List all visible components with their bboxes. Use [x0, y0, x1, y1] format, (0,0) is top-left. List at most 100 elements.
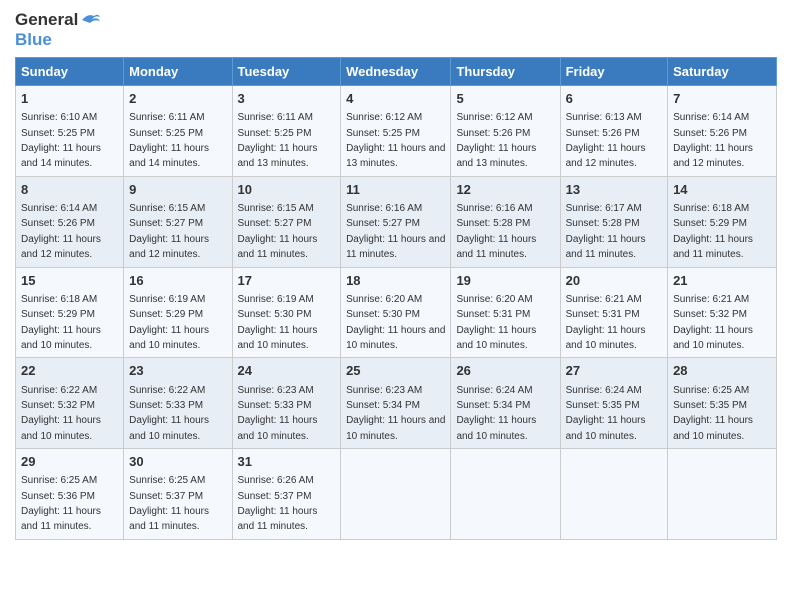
calendar-week-row: 15 Sunrise: 6:18 AMSunset: 5:29 PMDayligh…	[16, 267, 777, 358]
calendar-cell	[451, 449, 560, 540]
calendar-cell: 6 Sunrise: 6:13 AMSunset: 5:26 PMDaylight…	[560, 86, 667, 177]
weekday-header: Thursday	[451, 58, 560, 86]
calendar-cell: 19 Sunrise: 6:20 AMSunset: 5:31 PMDayligh…	[451, 267, 560, 358]
day-number: 21	[673, 272, 771, 290]
logo-bird-icon	[80, 11, 102, 29]
calendar-cell: 14 Sunrise: 6:18 AMSunset: 5:29 PMDayligh…	[668, 176, 777, 267]
day-number: 24	[238, 362, 336, 380]
day-number: 27	[566, 362, 662, 380]
sunrise-info: Sunrise: 6:20 AMSunset: 5:31 PMDaylight:…	[456, 294, 536, 351]
day-number: 13	[566, 181, 662, 199]
calendar-week-row: 22 Sunrise: 6:22 AMSunset: 5:32 PMDayligh…	[16, 358, 777, 449]
sunrise-info: Sunrise: 6:25 AMSunset: 5:36 PMDaylight:…	[21, 475, 101, 532]
calendar-cell	[560, 449, 667, 540]
calendar-week-row: 29 Sunrise: 6:25 AMSunset: 5:36 PMDayligh…	[16, 449, 777, 540]
calendar-cell: 20 Sunrise: 6:21 AMSunset: 5:31 PMDayligh…	[560, 267, 667, 358]
sunrise-info: Sunrise: 6:11 AMSunset: 5:25 PMDaylight:…	[129, 112, 209, 169]
calendar-cell: 18 Sunrise: 6:20 AMSunset: 5:30 PMDayligh…	[341, 267, 451, 358]
calendar-cell: 3Sunrise: 6:11 AMSunset: 5:25 PMDaylight…	[232, 86, 341, 177]
calendar-cell: 31 Sunrise: 6:26 AMSunset: 5:37 PMDayligh…	[232, 449, 341, 540]
sunrise-info: Sunrise: 6:13 AMSunset: 5:26 PMDaylight:…	[566, 112, 646, 169]
day-number: 20	[566, 272, 662, 290]
calendar-cell: 7 Sunrise: 6:14 AMSunset: 5:26 PMDaylight…	[668, 86, 777, 177]
day-number: 8	[21, 181, 118, 199]
calendar-cell: 22 Sunrise: 6:22 AMSunset: 5:32 PMDayligh…	[16, 358, 124, 449]
day-number: 22	[21, 362, 118, 380]
day-number: 28	[673, 362, 771, 380]
day-number: 23	[129, 362, 226, 380]
calendar-cell: 26 Sunrise: 6:24 AMSunset: 5:34 PMDayligh…	[451, 358, 560, 449]
weekday-header: Sunday	[16, 58, 124, 86]
day-number: 18	[346, 272, 445, 290]
day-number: 25	[346, 362, 445, 380]
weekday-header-row: SundayMondayTuesdayWednesdayThursdayFrid…	[16, 58, 777, 86]
calendar-cell: 1Sunrise: 6:10 AMSunset: 5:25 PMDaylight…	[16, 86, 124, 177]
sunrise-info: Sunrise: 6:18 AMSunset: 5:29 PMDaylight:…	[21, 294, 101, 351]
sunrise-info: Sunrise: 6:19 AMSunset: 5:29 PMDaylight:…	[129, 294, 209, 351]
day-number: 12	[456, 181, 554, 199]
calendar-cell: 28 Sunrise: 6:25 AMSunset: 5:35 PMDayligh…	[668, 358, 777, 449]
calendar-cell: 15 Sunrise: 6:18 AMSunset: 5:29 PMDayligh…	[16, 267, 124, 358]
day-number: 14	[673, 181, 771, 199]
day-number: 3	[238, 90, 336, 108]
sunrise-info: Sunrise: 6:12 AMSunset: 5:25 PMDaylight:…	[346, 112, 445, 169]
calendar-cell: 27 Sunrise: 6:24 AMSunset: 5:35 PMDayligh…	[560, 358, 667, 449]
calendar-week-row: 8 Sunrise: 6:14 AMSunset: 5:26 PMDaylight…	[16, 176, 777, 267]
day-number: 6	[566, 90, 662, 108]
sunrise-info: Sunrise: 6:24 AMSunset: 5:35 PMDaylight:…	[566, 385, 646, 442]
sunrise-info: Sunrise: 6:20 AMSunset: 5:30 PMDaylight:…	[346, 294, 445, 351]
day-number: 17	[238, 272, 336, 290]
day-number: 5	[456, 90, 554, 108]
weekday-header: Wednesday	[341, 58, 451, 86]
header: General Blue	[15, 10, 777, 49]
sunrise-info: Sunrise: 6:24 AMSunset: 5:34 PMDaylight:…	[456, 385, 536, 442]
weekday-header: Saturday	[668, 58, 777, 86]
logo-text: General Blue	[15, 10, 102, 49]
day-number: 10	[238, 181, 336, 199]
sunrise-info: Sunrise: 6:18 AMSunset: 5:29 PMDaylight:…	[673, 203, 753, 260]
weekday-header: Friday	[560, 58, 667, 86]
day-number: 16	[129, 272, 226, 290]
logo-general: General	[15, 10, 78, 30]
weekday-header: Monday	[124, 58, 232, 86]
calendar-cell	[668, 449, 777, 540]
calendar-cell: 2Sunrise: 6:11 AMSunset: 5:25 PMDaylight…	[124, 86, 232, 177]
calendar-cell: 17Sunrise: 6:19 AMSunset: 5:30 PMDayligh…	[232, 267, 341, 358]
calendar-cell: 30Sunrise: 6:25 AMSunset: 5:37 PMDayligh…	[124, 449, 232, 540]
sunrise-info: Sunrise: 6:16 AMSunset: 5:27 PMDaylight:…	[346, 203, 445, 260]
day-number: 31	[238, 453, 336, 471]
day-number: 11	[346, 181, 445, 199]
calendar-cell: 25Sunrise: 6:23 AMSunset: 5:34 PMDayligh…	[341, 358, 451, 449]
calendar-cell: 24 Sunrise: 6:23 AMSunset: 5:33 PMDayligh…	[232, 358, 341, 449]
sunrise-info: Sunrise: 6:21 AMSunset: 5:31 PMDaylight:…	[566, 294, 646, 351]
day-number: 15	[21, 272, 118, 290]
calendar-cell: 16 Sunrise: 6:19 AMSunset: 5:29 PMDayligh…	[124, 267, 232, 358]
calendar-cell: 11 Sunrise: 6:16 AMSunset: 5:27 PMDayligh…	[341, 176, 451, 267]
sunrise-info: Sunrise: 6:15 AMSunset: 5:27 PMDaylight:…	[129, 203, 209, 260]
calendar-cell: 8 Sunrise: 6:14 AMSunset: 5:26 PMDaylight…	[16, 176, 124, 267]
calendar-cell	[341, 449, 451, 540]
sunrise-info: Sunrise: 6:25 AMSunset: 5:35 PMDaylight:…	[673, 385, 753, 442]
day-number: 7	[673, 90, 771, 108]
sunrise-info: Sunrise: 6:26 AMSunset: 5:37 PMDaylight:…	[238, 475, 318, 532]
calendar-table: SundayMondayTuesdayWednesdayThursdayFrid…	[15, 57, 777, 540]
calendar-cell: 4Sunrise: 6:12 AMSunset: 5:25 PMDaylight…	[341, 86, 451, 177]
day-number: 9	[129, 181, 226, 199]
sunrise-info: Sunrise: 6:22 AMSunset: 5:33 PMDaylight:…	[129, 385, 209, 442]
sunrise-info: Sunrise: 6:25 AMSunset: 5:37 PMDaylight:…	[129, 475, 209, 532]
sunrise-info: Sunrise: 6:23 AMSunset: 5:33 PMDaylight:…	[238, 385, 318, 442]
calendar-cell: 29 Sunrise: 6:25 AMSunset: 5:36 PMDayligh…	[16, 449, 124, 540]
calendar-week-row: 1Sunrise: 6:10 AMSunset: 5:25 PMDaylight…	[16, 86, 777, 177]
sunrise-info: Sunrise: 6:16 AMSunset: 5:28 PMDaylight:…	[456, 203, 536, 260]
day-number: 29	[21, 453, 118, 471]
logo: General Blue	[15, 10, 102, 49]
day-number: 26	[456, 362, 554, 380]
calendar-cell: 9 Sunrise: 6:15 AMSunset: 5:27 PMDaylight…	[124, 176, 232, 267]
sunrise-info: Sunrise: 6:22 AMSunset: 5:32 PMDaylight:…	[21, 385, 101, 442]
sunrise-info: Sunrise: 6:15 AMSunset: 5:27 PMDaylight:…	[238, 203, 318, 260]
logo-blue: Blue	[15, 30, 52, 50]
sunrise-info: Sunrise: 6:14 AMSunset: 5:26 PMDaylight:…	[673, 112, 753, 169]
day-number: 1	[21, 90, 118, 108]
day-number: 19	[456, 272, 554, 290]
sunrise-info: Sunrise: 6:14 AMSunset: 5:26 PMDaylight:…	[21, 203, 101, 260]
